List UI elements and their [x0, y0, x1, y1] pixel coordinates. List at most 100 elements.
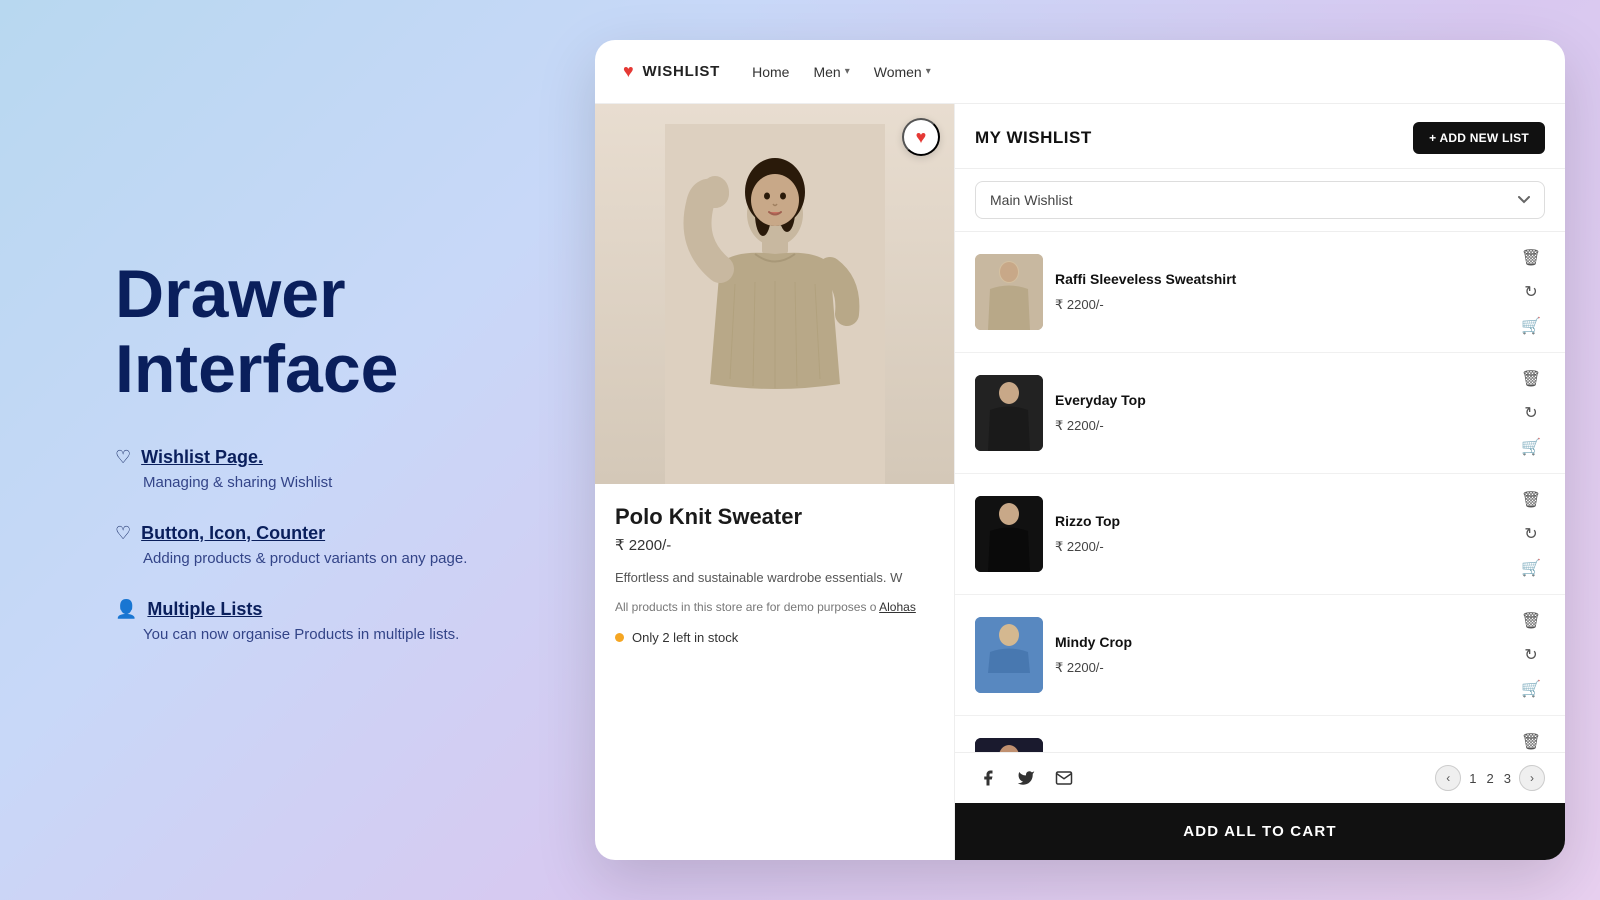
nav-link-men[interactable]: Men ▾	[813, 64, 849, 80]
refresh-item-3-button[interactable]: ↻	[1517, 520, 1545, 548]
delete-item-4-button[interactable]: 🗑	[1517, 607, 1545, 635]
content-area: ♥ Polo Knit Sweater ₹ 2200/- Effortless …	[595, 104, 1565, 860]
heart-outline-icon-1: ♡	[115, 447, 131, 468]
nav-link-women[interactable]: Women ▾	[874, 64, 931, 80]
item-price-3: ₹ 2200/-	[1055, 539, 1505, 555]
feature-item-multiple: 👤 Multiple Lists You can now organise Pr…	[115, 599, 535, 643]
wishlist-item: Raffi Sleeveless Sweatshirt ₹ 2200/- 🗑 ↻…	[955, 232, 1565, 353]
nav-link-home[interactable]: Home	[752, 64, 789, 80]
nav-logo: ♥ WISHLIST	[623, 61, 720, 82]
wishlist-social-bar: ‹ 1 2 3 ›	[955, 753, 1565, 803]
item-price-4: ₹ 2200/-	[1055, 660, 1505, 676]
refresh-item-1-button[interactable]: ↻	[1517, 278, 1545, 306]
wishlist-item: Everyday Top ₹ 2200/- 🗑 ↻ 🛒	[955, 353, 1565, 474]
prev-page-button[interactable]: ‹	[1435, 765, 1461, 791]
heart-logo-icon: ♥	[623, 61, 634, 82]
item-details-1: Raffi Sleeveless Sweatshirt ₹ 2200/-	[1055, 271, 1505, 313]
item-actions-4: 🗑 ↻ 🛒	[1517, 607, 1545, 703]
product-info: Polo Knit Sweater ₹ 2200/- Effortless an…	[595, 484, 954, 860]
nav-logo-text: WISHLIST	[642, 63, 720, 80]
nav-links: Home Men ▾ Women ▾	[752, 64, 1537, 80]
item-actions-3: 🗑 ↻ 🛒	[1517, 486, 1545, 582]
twitter-icon[interactable]	[1013, 765, 1039, 791]
feature-desc-1: Managing & sharing Wishlist	[143, 474, 535, 491]
item-price-1: ₹ 2200/-	[1055, 297, 1505, 313]
item-thumbnail-3	[975, 496, 1043, 572]
cart-item-4-button[interactable]: 🛒	[1517, 675, 1545, 703]
page-2[interactable]: 2	[1485, 771, 1496, 786]
feature-title-2[interactable]: Button, Icon, Counter	[141, 523, 325, 544]
product-note: All products in this store are for demo …	[615, 600, 934, 614]
delete-item-2-button[interactable]: 🗑	[1517, 365, 1545, 393]
item-thumbnail-1	[975, 254, 1043, 330]
add-new-list-button[interactable]: + ADD NEW LIST	[1413, 122, 1545, 154]
feature-desc-3: You can now organise Products in multipl…	[143, 626, 535, 643]
page-1[interactable]: 1	[1467, 771, 1478, 786]
item-thumbnail-5	[975, 738, 1043, 752]
product-note-link[interactable]: Alohas	[879, 600, 916, 614]
chevron-down-icon-women: ▾	[926, 66, 931, 77]
feature-list: ♡ Wishlist Page. Managing & sharing Wish…	[115, 447, 535, 643]
delete-item-5-button[interactable]: 🗑	[1517, 728, 1545, 752]
cart-item-2-button[interactable]: 🛒	[1517, 433, 1545, 461]
product-figure-svg	[665, 124, 885, 484]
wishlist-panel: MY WISHLIST + ADD NEW LIST Main Wishlist…	[955, 104, 1565, 860]
feature-title-1[interactable]: Wishlist Page.	[141, 447, 263, 468]
heart-outline-icon-2: ♡	[115, 523, 131, 544]
wishlist-items: Raffi Sleeveless Sweatshirt ₹ 2200/- 🗑 ↻…	[955, 232, 1565, 752]
product-image-wrapper: ♥	[595, 104, 954, 484]
item-actions-5: 🗑 ↻ 🛒	[1517, 728, 1545, 752]
left-panel: Drawer Interface ♡ Wishlist Page. Managi…	[35, 197, 595, 703]
facebook-icon[interactable]	[975, 765, 1001, 791]
nav-bar: ♥ WISHLIST Home Men ▾ Women ▾	[595, 40, 1565, 104]
item-details-2: Everyday Top ₹ 2200/-	[1055, 392, 1505, 434]
item-details-3: Rizzo Top ₹ 2200/-	[1055, 513, 1505, 555]
stock-indicator: Only 2 left in stock	[615, 630, 934, 645]
feature-item-wishlist: ♡ Wishlist Page. Managing & sharing Wish…	[115, 447, 535, 491]
cart-item-1-button[interactable]: 🛒	[1517, 312, 1545, 340]
stock-dot-icon	[615, 633, 624, 642]
wishlist-item: Rizzo Top ₹ 2200/- 🗑 ↻ 🛒	[955, 474, 1565, 595]
item-price-2: ₹ 2200/-	[1055, 418, 1505, 434]
refresh-item-4-button[interactable]: ↻	[1517, 641, 1545, 669]
item-name-3: Rizzo Top	[1055, 513, 1505, 529]
wishlist-select[interactable]: Main Wishlist Favorites Later	[975, 181, 1545, 219]
wishlist-header: MY WISHLIST + ADD NEW LIST	[955, 104, 1565, 169]
next-page-button[interactable]: ›	[1519, 765, 1545, 791]
user-icon: 👤	[115, 599, 137, 620]
product-panel: ♥ Polo Knit Sweater ₹ 2200/- Effortless …	[595, 104, 955, 860]
feature-desc-2: Adding products & product variants on an…	[143, 550, 535, 567]
main-title: Drawer Interface	[115, 257, 535, 407]
refresh-item-2-button[interactable]: ↻	[1517, 399, 1545, 427]
social-icons	[975, 765, 1077, 791]
email-icon[interactable]	[1051, 765, 1077, 791]
wishlist-item: Mindy Crop ₹ 2200/- 🗑 ↻ 🛒	[955, 595, 1565, 716]
heart-filled-icon: ♥	[916, 127, 927, 148]
item-name-4: Mindy Crop	[1055, 634, 1505, 650]
wishlist-item: Tasha Top ₹ 2200/- 🗑 ↻ 🛒	[955, 716, 1565, 752]
add-all-to-cart-button[interactable]: ADD ALL TO CART	[955, 803, 1565, 860]
page-wrapper: Drawer Interface ♡ Wishlist Page. Managi…	[0, 0, 1600, 900]
item-name-1: Raffi Sleeveless Sweatshirt	[1055, 271, 1505, 287]
item-actions-1: 🗑 ↻ 🛒	[1517, 244, 1545, 340]
product-description: Effortless and sustainable wardrobe esse…	[615, 568, 934, 588]
ui-card: ♥ WISHLIST Home Men ▾ Women ▾	[595, 40, 1565, 860]
stock-text: Only 2 left in stock	[632, 630, 738, 645]
wishlist-footer: ‹ 1 2 3 › ADD ALL TO CART	[955, 752, 1565, 860]
wishlist-select-wrapper: Main Wishlist Favorites Later	[955, 169, 1565, 232]
page-3[interactable]: 3	[1502, 771, 1513, 786]
product-image	[595, 104, 954, 484]
product-name: Polo Knit Sweater	[615, 504, 934, 530]
feature-item-button: ♡ Button, Icon, Counter Adding products …	[115, 523, 535, 567]
item-thumbnail-2	[975, 375, 1043, 451]
wishlist-heart-button[interactable]: ♥	[902, 118, 940, 156]
item-details-4: Mindy Crop ₹ 2200/-	[1055, 634, 1505, 676]
delete-item-1-button[interactable]: 🗑	[1517, 244, 1545, 272]
delete-item-3-button[interactable]: 🗑	[1517, 486, 1545, 514]
chevron-down-icon-men: ▾	[845, 66, 850, 77]
item-thumbnail-4	[975, 617, 1043, 693]
cart-item-3-button[interactable]: 🛒	[1517, 554, 1545, 582]
wishlist-title: MY WISHLIST	[975, 128, 1092, 148]
feature-title-3[interactable]: Multiple Lists	[147, 599, 262, 620]
item-name-2: Everyday Top	[1055, 392, 1505, 408]
